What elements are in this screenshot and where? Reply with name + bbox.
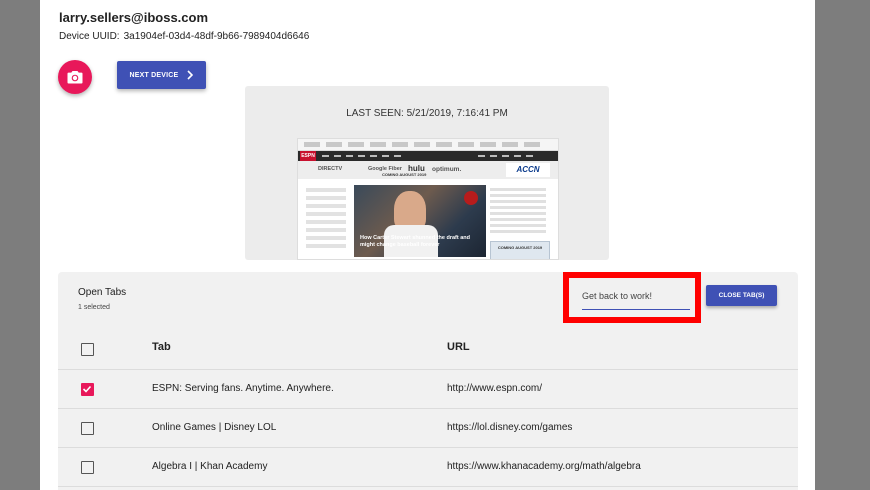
- thumb-headline: How Carter Stewart shunned the draft and…: [360, 235, 471, 248]
- thumb-promo-box: COMING AUGUST 2019: [490, 241, 550, 259]
- checkmark-icon: [82, 385, 92, 393]
- close-tabs-button[interactable]: CLOSE TAB(S): [706, 285, 777, 306]
- thumb-accn-logo: ACCN: [506, 163, 550, 177]
- screenshot-preview: LAST SEEN: 5/21/2019, 7:16:41 PM ESPN DI…: [245, 86, 609, 260]
- thumb-espn-logo: ESPN: [300, 151, 316, 161]
- device-detail-panel: larry.sellers@iboss.com Device UUID: 3a19…: [40, 0, 815, 490]
- device-user-email: larry.sellers@iboss.com: [59, 10, 209, 25]
- next-device-button[interactable]: NEXT DEVICE: [117, 61, 206, 89]
- thumb-ad-1: DIRECTV: [318, 166, 343, 172]
- table-header-row: Tab URL: [58, 328, 798, 370]
- next-device-label: NEXT DEVICE: [129, 71, 179, 79]
- row-tab-url: http://www.espn.com/: [447, 383, 543, 394]
- device-uuid-value: 3a1904ef-03d4-48df-9b66-7989404d6646: [123, 31, 310, 42]
- screenshot-button[interactable]: [58, 60, 92, 94]
- open-tabs-table: Tab URL ESPN: Serving fans. Anytime. Any…: [58, 328, 798, 487]
- row-checkbox-checked[interactable]: [81, 383, 94, 396]
- thumb-hero-image: How Carter Stewart shunned the draft and…: [354, 185, 486, 257]
- selected-count: 1 selected: [78, 304, 110, 311]
- last-seen-text: LAST SEEN: 5/21/2019, 7:16:41 PM: [346, 108, 508, 119]
- row-tab-url: https://lol.disney.com/games: [447, 422, 573, 433]
- thumb-coming-text: COMING AUGUST 2019: [382, 172, 427, 177]
- table-row[interactable]: Algebra I | Khan Academy https://www.kha…: [58, 448, 798, 487]
- message-input[interactable]: [582, 282, 690, 310]
- device-uuid-label: Device UUID:: [59, 31, 120, 42]
- table-row[interactable]: Online Games | Disney LOL https://lol.di…: [58, 409, 798, 448]
- open-tabs-title: Open Tabs: [78, 287, 127, 298]
- row-checkbox[interactable]: [81, 422, 94, 435]
- row-checkbox[interactable]: [81, 461, 94, 474]
- camera-icon: [67, 71, 83, 84]
- row-tab-title: Algebra I | Khan Academy: [152, 461, 268, 472]
- select-all-checkbox[interactable]: [81, 343, 94, 356]
- column-header-tab: Tab: [152, 341, 171, 353]
- thumb-left-column: [306, 184, 352, 258]
- row-tab-title: ESPN: Serving fans. Anytime. Anywhere.: [152, 383, 334, 394]
- open-tabs-panel: Open Tabs 1 selected CLOSE TAB(S) Tab UR…: [58, 272, 798, 490]
- row-tab-title: Online Games | Disney LOL: [152, 422, 277, 433]
- row-tab-url: https://www.khanacademy.org/math/algebra: [447, 461, 641, 472]
- column-header-url: URL: [447, 341, 470, 353]
- screenshot-thumbnail[interactable]: ESPN DIRECTV Google Fiber hulu optimum. …: [297, 138, 559, 260]
- thumb-nav-bar: [298, 151, 558, 161]
- chevron-right-icon: [187, 70, 194, 80]
- table-row[interactable]: ESPN: Serving fans. Anytime. Anywhere. h…: [58, 370, 798, 409]
- thumb-ad-4: optimum.: [432, 166, 462, 173]
- thumb-scores-bar: [298, 139, 558, 151]
- device-uuid: Device UUID: 3a1904ef-03d4-48df-9b66-7989…: [59, 31, 309, 42]
